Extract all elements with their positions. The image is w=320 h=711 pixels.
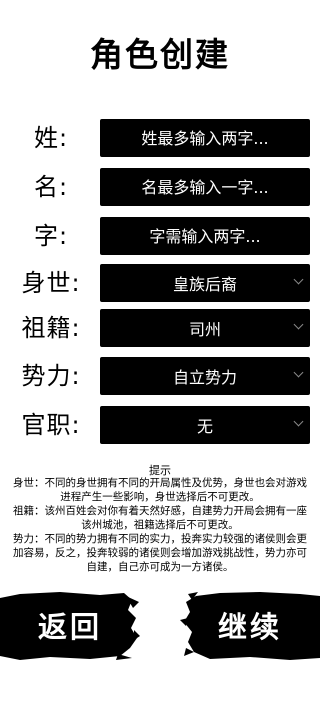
background-value: 皇族后裔 bbox=[172, 275, 237, 294]
faction-label: 势力: bbox=[21, 362, 81, 390]
office-label: 官职: bbox=[21, 411, 81, 439]
faction-value: 自立势力 bbox=[172, 368, 237, 387]
origin-value: 司州 bbox=[188, 320, 221, 339]
continue-button[interactable]: 继续 bbox=[180, 590, 320, 662]
background-select[interactable]: 皇族后裔 bbox=[100, 264, 310, 302]
office-value: 无 bbox=[196, 417, 213, 436]
given-name-input[interactable] bbox=[100, 168, 310, 206]
chevron-down-icon bbox=[293, 319, 304, 330]
continue-label: 继续 bbox=[217, 610, 282, 644]
page-title: 角色创建 bbox=[90, 35, 230, 74]
back-label: 返回 bbox=[37, 610, 102, 644]
office-select[interactable]: 无 bbox=[100, 406, 310, 444]
hint-background: 身世：不同的身世拥有不同的开局属性及优势，身世也会对游戏进程产生一些影响，身世选… bbox=[13, 477, 307, 503]
hint-origin: 祖籍：该州百姓会对你有着天然好感，自建势力开局会拥有一座该州城池，祖籍选择后不可… bbox=[13, 505, 307, 531]
back-button[interactable]: 返回 bbox=[0, 590, 140, 662]
surname-input[interactable] bbox=[100, 119, 310, 157]
surname-label: 姓: bbox=[33, 124, 69, 152]
courtesy-name-label: 字: bbox=[33, 222, 69, 250]
chevron-down-icon bbox=[293, 416, 304, 427]
hint-faction: 势力：不同的势力拥有不同的实力，投奔实力较强的诸侯则会更加容易，反之，投奔较弱的… bbox=[13, 533, 307, 573]
faction-select[interactable]: 自立势力 bbox=[100, 357, 310, 395]
origin-select[interactable]: 司州 bbox=[100, 309, 310, 347]
background-label: 身世: bbox=[21, 269, 81, 297]
courtesy-name-input[interactable] bbox=[100, 217, 310, 255]
chevron-down-icon bbox=[293, 367, 304, 378]
origin-label: 祖籍: bbox=[21, 314, 81, 342]
given-name-label: 名: bbox=[33, 173, 69, 201]
chevron-down-icon bbox=[293, 274, 304, 285]
